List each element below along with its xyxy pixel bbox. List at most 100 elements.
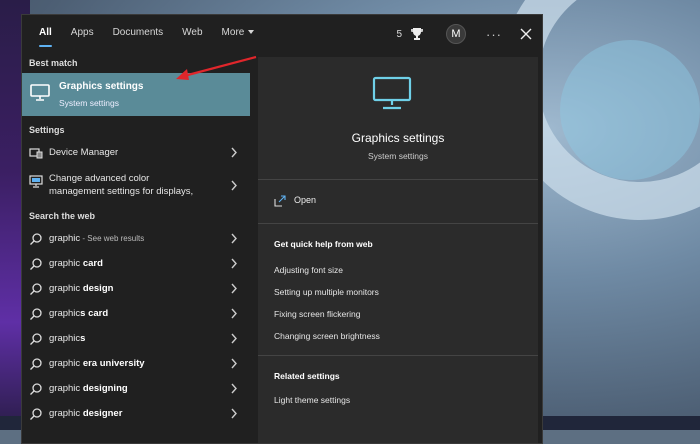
more-options-button[interactable]: ···	[486, 27, 502, 42]
chevron-right-icon	[231, 408, 237, 419]
web-suggestion-item[interactable]: graphics card	[22, 302, 250, 326]
annotation-arrow-icon	[176, 55, 257, 80]
search-tabs: All Apps Documents Web More 5 M ···	[22, 15, 542, 53]
web-suggestion-text: graphic era university	[49, 358, 145, 369]
chevron-right-icon	[231, 233, 237, 244]
settings-item-label: Change advanced color management setting…	[49, 172, 193, 198]
web-suggestion-item[interactable]: graphic designing	[22, 377, 250, 401]
display-settings-icon	[29, 175, 43, 188]
tab-web[interactable]: Web	[182, 15, 202, 53]
divider	[258, 179, 538, 180]
search-web-heading: Search the web	[29, 211, 96, 221]
chevron-down-icon	[248, 30, 255, 34]
chevron-right-icon	[231, 308, 237, 319]
web-suggestion-item[interactable]: graphic - See web results	[22, 227, 250, 251]
search-icon	[30, 358, 42, 370]
web-suggestion-text: graphics	[49, 333, 85, 344]
tab-apps-label: Apps	[70, 27, 94, 38]
search-icon	[30, 383, 42, 395]
suggestion-query: graphic	[49, 233, 81, 244]
chevron-right-icon	[231, 358, 237, 369]
suggestion-completion: card	[82, 258, 103, 269]
search-icon	[30, 258, 42, 270]
search-icon	[30, 408, 42, 420]
results-list: Best match Graphics settings System sett…	[22, 53, 251, 443]
settings-heading: Settings	[29, 125, 65, 135]
open-action[interactable]: Open	[274, 193, 474, 209]
chevron-right-icon	[231, 333, 237, 344]
quick-help-link[interactable]: Setting up multiple monitors	[274, 287, 379, 297]
settings-item-line1: Change advanced color	[49, 173, 150, 184]
preview-title: Graphics settings	[351, 131, 445, 145]
header-actions: 5 M ···	[396, 15, 542, 53]
wallpaper-ring-inner	[560, 40, 700, 180]
search-panel: All Apps Documents Web More 5 M ··· Best…	[21, 14, 543, 444]
suggestion-hint: - See web results	[80, 234, 145, 243]
suggestion-query: graphic	[49, 358, 83, 369]
suggestion-query: graphic	[49, 383, 83, 394]
chevron-right-icon	[231, 283, 237, 294]
web-suggestion-item[interactable]: graphics	[22, 327, 250, 351]
suggestion-completion: s card	[80, 308, 109, 319]
chevron-right-icon	[231, 147, 237, 158]
suggestion-query: graphic	[49, 408, 83, 419]
search-icon	[30, 308, 42, 320]
quick-help-heading: Get quick help from web	[274, 239, 373, 249]
web-suggestion-text: graphic designing	[49, 383, 128, 394]
suggestion-completion: designing	[82, 383, 128, 394]
tab-all[interactable]: All	[39, 15, 52, 53]
suggestion-query: graphic	[49, 283, 83, 294]
related-settings-link[interactable]: Light theme settings	[274, 395, 350, 405]
trophy-icon[interactable]	[410, 27, 424, 41]
preview-subtitle: System settings	[368, 151, 428, 161]
suggestion-completion: era university	[82, 358, 145, 369]
divider	[258, 223, 538, 224]
suggestion-completion: s	[80, 333, 86, 344]
settings-item-line2: management settings for displays,	[49, 186, 194, 197]
related-settings-heading: Related settings	[274, 371, 340, 381]
device-manager-icon	[29, 148, 43, 159]
tab-all-label: All	[39, 27, 52, 38]
search-icon	[30, 333, 42, 345]
rewards-points: 5	[396, 28, 402, 40]
web-suggestion-text: graphic designer	[49, 408, 122, 419]
monitor-icon	[30, 84, 50, 101]
search-icon	[30, 233, 42, 245]
quick-help-link[interactable]: Fixing screen flickering	[274, 309, 360, 319]
settings-item-device-manager[interactable]: Device Manager	[22, 141, 250, 165]
web-suggestion-item[interactable]: graphic era university	[22, 352, 250, 376]
chevron-right-icon	[231, 258, 237, 269]
quick-help-link[interactable]: Changing screen brightness	[274, 331, 380, 341]
avatar[interactable]: M	[446, 24, 466, 44]
tab-more[interactable]: More	[222, 15, 255, 53]
web-suggestion-text: graphic design	[49, 283, 113, 294]
suggestion-query: graphic	[49, 258, 83, 269]
search-icon	[30, 283, 42, 295]
tab-documents[interactable]: Documents	[113, 15, 164, 53]
suggestion-query: graphic	[49, 308, 81, 319]
quick-help-link[interactable]: Adjusting font size	[274, 265, 343, 275]
web-suggestion-item[interactable]: graphic designer	[22, 402, 250, 426]
chevron-right-icon	[231, 180, 237, 191]
best-match-title: Graphics settings	[59, 81, 144, 92]
web-suggestion-text: graphic - See web results	[49, 233, 144, 244]
tab-web-label: Web	[182, 27, 203, 38]
web-suggestion-item[interactable]: graphic card	[22, 252, 250, 276]
chevron-right-icon	[231, 383, 237, 394]
best-match-heading: Best match	[29, 58, 78, 68]
suggestion-query: graphic	[49, 333, 81, 344]
web-suggestion-text: graphic card	[49, 258, 103, 269]
settings-item-color-management[interactable]: Change advanced color management setting…	[22, 170, 250, 200]
tab-documents-label: Documents	[112, 27, 164, 38]
divider	[258, 355, 538, 356]
best-match-subtitle: System settings	[59, 98, 119, 108]
web-suggestion-item[interactable]: graphic design	[22, 277, 250, 301]
tab-more-label: More	[221, 27, 245, 38]
close-icon[interactable]	[520, 28, 532, 40]
web-suggestion-text: graphics card	[49, 308, 108, 319]
suggestion-completion: design	[82, 283, 114, 294]
open-label: Open	[294, 195, 317, 205]
suggestion-completion: designer	[82, 408, 123, 419]
open-icon	[274, 195, 286, 207]
tab-apps[interactable]: Apps	[71, 15, 94, 53]
